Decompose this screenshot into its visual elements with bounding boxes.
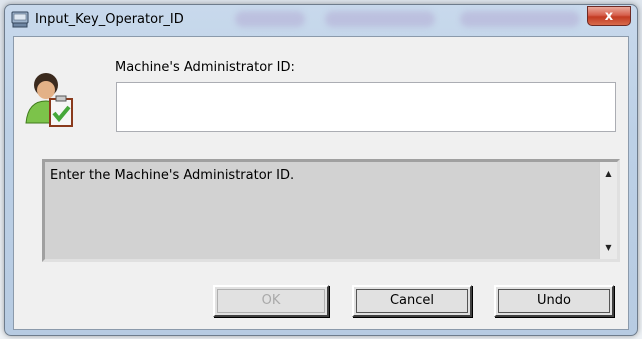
scroll-down-arrow-icon[interactable]: ▼ (600, 239, 617, 256)
administrator-id-label: Machine's Administrator ID: (115, 60, 295, 75)
close-icon: x (604, 9, 614, 24)
message-scrollbar[interactable]: ▲ ▼ (599, 162, 617, 259)
ok-button[interactable]: OK (213, 285, 329, 317)
blurred-background-item (325, 11, 435, 27)
blurred-background-item (235, 11, 305, 27)
dialog-client-area: Machine's Administrator ID: Enter the Ma… (13, 36, 629, 330)
keyboard-icon[interactable] (11, 10, 29, 28)
blurred-background-item (460, 11, 580, 27)
administrator-id-input[interactable] (116, 82, 616, 132)
title-bar[interactable]: Input_Key_Operator_ID x (5, 5, 637, 35)
message-text: Enter the Machine's Administrator ID. (50, 168, 295, 183)
close-button[interactable]: x (587, 6, 631, 26)
undo-button[interactable]: Undo (494, 285, 614, 317)
window-title: Input_Key_Operator_ID (35, 12, 184, 27)
dialog-window: Input_Key_Operator_ID x Machine's Admini… (4, 4, 638, 336)
message-box: Enter the Machine's Administrator ID. ▲ … (42, 159, 620, 262)
cancel-button[interactable]: Cancel (352, 285, 472, 317)
operator-clipboard-icon (25, 73, 73, 127)
scroll-up-arrow-icon[interactable]: ▲ (600, 165, 617, 182)
